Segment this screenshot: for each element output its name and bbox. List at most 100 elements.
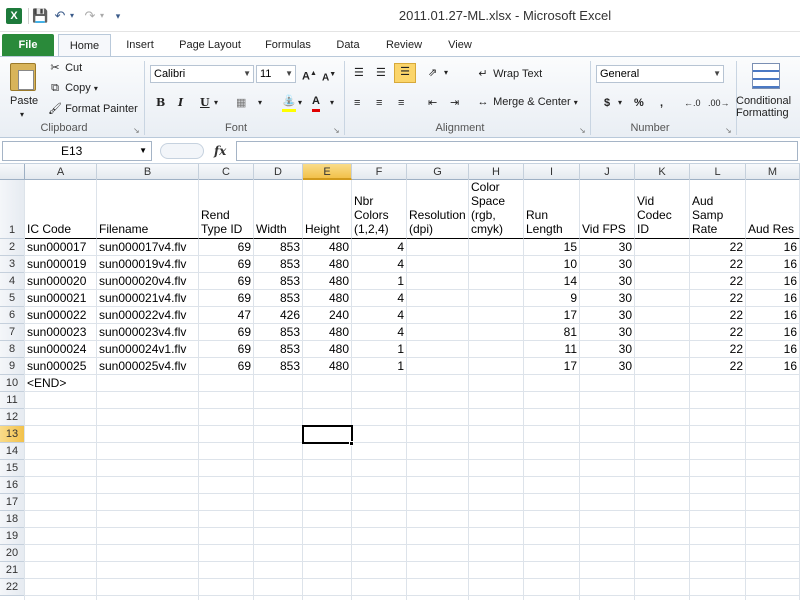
table-cell[interactable]: sun000017v4.flv — [97, 239, 199, 256]
table-cell[interactable] — [469, 256, 524, 273]
paste-icon[interactable] — [10, 63, 36, 91]
end-marker-cell[interactable]: <END> — [25, 375, 97, 392]
alignment-launcher-icon[interactable]: ↘ — [579, 123, 586, 139]
column-header-f[interactable]: F — [352, 164, 407, 180]
table-cell[interactable]: 240 — [303, 307, 352, 324]
tab-data[interactable]: Data — [326, 34, 370, 56]
orientation-dropdown-icon[interactable]: ▾ — [444, 65, 448, 81]
column-header-k[interactable]: K — [635, 164, 690, 180]
table-cell[interactable]: sun000021 — [25, 290, 97, 307]
table-cell[interactable]: sun000022v4.flv — [97, 307, 199, 324]
row-header[interactable]: 4 — [0, 273, 25, 290]
header-cell[interactable]: Run Length — [524, 180, 580, 239]
fill-color-dropdown-icon[interactable]: ▾ — [298, 95, 302, 111]
table-cell[interactable]: 480 — [303, 324, 352, 341]
font-launcher-icon[interactable]: ↘ — [333, 123, 340, 139]
table-cell[interactable]: sun000025 — [25, 358, 97, 375]
fill-handle[interactable] — [349, 441, 354, 446]
table-cell[interactable]: 480 — [303, 239, 352, 256]
grow-font-button[interactable]: A▲ — [302, 66, 317, 85]
row-header[interactable]: 15 — [0, 460, 25, 477]
font-color-icon[interactable]: A — [312, 93, 320, 112]
conditional-formatting-icon[interactable] — [752, 63, 780, 89]
table-cell[interactable]: 47 — [199, 307, 254, 324]
header-cell[interactable]: IC Code — [25, 180, 97, 239]
table-cell[interactable]: 4 — [352, 256, 407, 273]
header-cell[interactable]: Vid Codec ID — [635, 180, 690, 239]
table-cell[interactable]: 30 — [580, 358, 635, 375]
align-bottom-icon[interactable]: ☰ — [394, 63, 416, 83]
decrease-decimal-icon[interactable]: .00→ — [708, 95, 730, 111]
table-cell[interactable] — [407, 273, 469, 290]
table-cell[interactable]: 480 — [303, 358, 352, 375]
table-cell[interactable]: 22 — [690, 290, 746, 307]
table-cell[interactable]: 853 — [254, 358, 303, 375]
tab-file[interactable]: File — [2, 34, 54, 56]
table-cell[interactable] — [635, 341, 690, 358]
table-cell[interactable]: 11 — [524, 341, 580, 358]
currency-button[interactable]: $ — [604, 95, 610, 111]
table-cell[interactable]: 30 — [580, 239, 635, 256]
table-cell[interactable]: 16 — [746, 341, 800, 358]
table-cell[interactable]: 69 — [199, 290, 254, 307]
number-launcher-icon[interactable]: ↘ — [725, 123, 732, 139]
wrap-text-button[interactable]: ↵ Wrap Text — [476, 66, 542, 82]
table-cell[interactable]: 480 — [303, 273, 352, 290]
currency-dropdown-icon[interactable]: ▾ — [618, 95, 622, 111]
header-cell[interactable]: Width — [254, 180, 303, 239]
row-header[interactable]: 3 — [0, 256, 25, 273]
row-header[interactable]: 1 — [0, 180, 25, 239]
select-all-corner[interactable] — [0, 164, 25, 180]
table-cell[interactable]: 69 — [199, 239, 254, 256]
table-cell[interactable]: 853 — [254, 273, 303, 290]
insert-function-button[interactable]: fx — [214, 143, 234, 159]
table-cell[interactable]: 480 — [303, 256, 352, 273]
row-header[interactable]: 2 — [0, 239, 25, 256]
decrease-indent-icon[interactable]: ⇤ — [428, 95, 437, 111]
underline-dropdown-icon[interactable]: ▾ — [214, 95, 218, 111]
table-cell[interactable]: 22 — [690, 341, 746, 358]
format-painter-button[interactable]: 🖌 Format Painter — [48, 101, 138, 117]
table-cell[interactable]: 30 — [580, 256, 635, 273]
row-header[interactable]: 7 — [0, 324, 25, 341]
table-cell[interactable]: sun000017 — [25, 239, 97, 256]
table-cell[interactable] — [469, 290, 524, 307]
table-cell[interactable]: sun000020v4.flv — [97, 273, 199, 290]
table-cell[interactable]: 16 — [746, 307, 800, 324]
tab-home[interactable]: Home — [58, 34, 111, 56]
formula-input[interactable] — [236, 141, 798, 161]
column-header-i[interactable]: I — [524, 164, 580, 180]
align-right-icon[interactable]: ≡ — [398, 95, 404, 111]
table-cell[interactable]: 69 — [199, 341, 254, 358]
table-cell[interactable] — [407, 358, 469, 375]
table-cell[interactable]: 22 — [690, 273, 746, 290]
table-cell[interactable] — [407, 324, 469, 341]
font-size-select[interactable]: 11 ▼ — [256, 65, 296, 83]
table-cell[interactable]: 9 — [524, 290, 580, 307]
table-cell[interactable]: 853 — [254, 324, 303, 341]
table-cell[interactable]: sun000020 — [25, 273, 97, 290]
table-cell[interactable]: 22 — [690, 256, 746, 273]
table-cell[interactable]: 17 — [524, 358, 580, 375]
row-header[interactable]: 10 — [0, 375, 25, 392]
paste-button[interactable]: Paste — [10, 93, 38, 109]
header-cell[interactable]: Filename — [97, 180, 199, 239]
table-cell[interactable]: 1 — [352, 341, 407, 358]
italic-button[interactable]: I — [178, 95, 183, 111]
header-cell[interactable]: Resolution (dpi) — [407, 180, 469, 239]
table-cell[interactable] — [635, 239, 690, 256]
increase-decimal-icon[interactable]: ←.0 — [684, 95, 701, 111]
table-cell[interactable]: sun000019 — [25, 256, 97, 273]
table-cell[interactable]: 14 — [524, 273, 580, 290]
tab-page-layout[interactable]: Page Layout — [170, 34, 250, 56]
table-cell[interactable]: sun000024 — [25, 341, 97, 358]
column-header-c[interactable]: C — [199, 164, 254, 180]
clipboard-launcher-icon[interactable]: ↘ — [133, 123, 140, 139]
align-top-icon[interactable]: ☰ — [354, 65, 364, 81]
table-cell[interactable]: 4 — [352, 239, 407, 256]
table-cell[interactable]: 30 — [580, 273, 635, 290]
table-cell[interactable]: 17 — [524, 307, 580, 324]
header-cell[interactable]: Aud Res — [746, 180, 800, 239]
font-name-select[interactable]: Calibri ▼ — [150, 65, 254, 83]
tab-view[interactable]: View — [438, 34, 482, 56]
